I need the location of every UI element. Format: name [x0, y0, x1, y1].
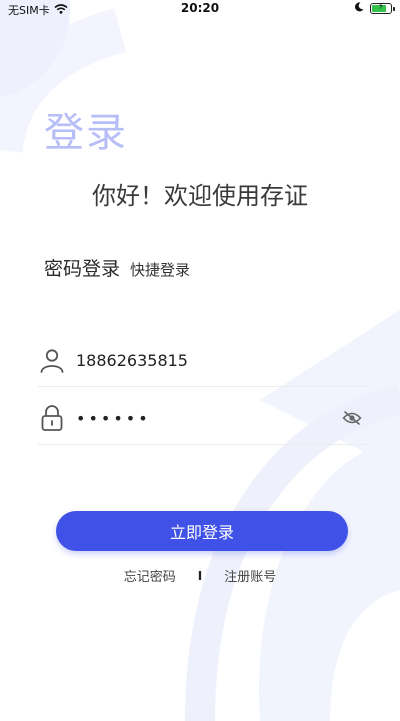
lock-icon	[38, 404, 66, 432]
login-tabs: 密码登录 快捷登录	[44, 254, 190, 281]
moon-icon	[354, 2, 364, 15]
username-input[interactable]	[76, 345, 370, 375]
auth-links: 忘记密码 I 注册账号	[0, 566, 400, 586]
user-icon	[38, 346, 66, 374]
login-screen: 登录 你好！欢迎使用存证 密码登录 快捷登录 18862635815 •••••…	[0, 0, 400, 721]
password-field	[38, 392, 370, 445]
welcome-text: 你好！欢迎使用存证	[92, 182, 308, 210]
page-title: 登录	[44, 110, 128, 156]
tab-quick-login[interactable]: 快捷登录	[130, 259, 190, 280]
forgot-password-link[interactable]: 忘记密码	[124, 566, 176, 585]
username-field	[38, 334, 370, 387]
eye-off-icon[interactable]	[340, 406, 364, 430]
battery-charging-icon: ⚡	[370, 2, 395, 14]
password-input[interactable]	[76, 403, 340, 433]
status-right: ⚡	[354, 2, 395, 15]
bolt-icon: ⚡	[377, 2, 385, 12]
register-link[interactable]: 注册账号	[224, 566, 276, 585]
status-time: 20:20	[180, 1, 220, 15]
link-separator: I	[197, 568, 203, 583]
tab-password-login[interactable]: 密码登录	[44, 254, 120, 281]
login-button[interactable]: 立即登录	[56, 511, 348, 551]
status-bar: 无SIM卡 20:20 ⚡	[0, 0, 400, 18]
battery-cap	[393, 7, 395, 11]
